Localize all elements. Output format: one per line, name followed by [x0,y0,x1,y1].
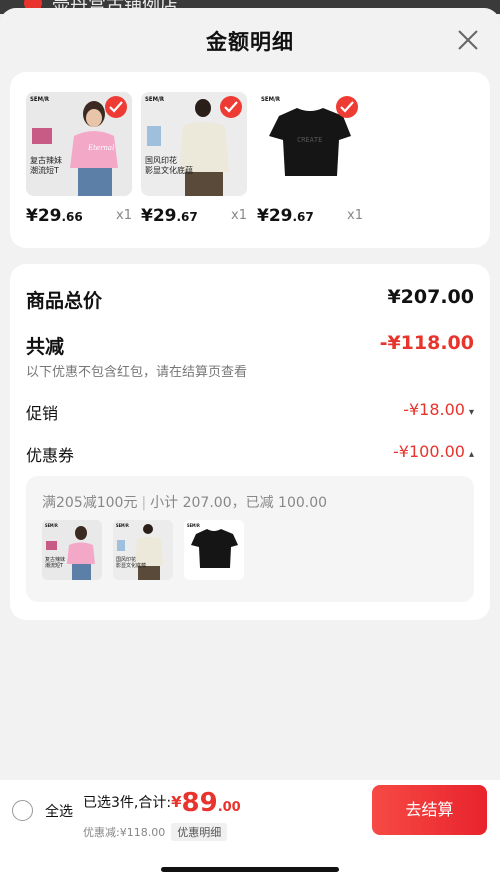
select-all-radio[interactable] [12,800,33,821]
reduction-value: -¥118.00 [379,332,474,354]
product-tagline: 复古辣妹 潮流短T [45,557,66,569]
total-price-value: ¥207.00 [387,286,474,308]
discount-summary: 优惠减:¥118.00 优惠明细 [83,823,228,841]
product-item[interactable]: CREATE SEM/R ¥29.67 x1 [257,92,363,232]
brand-logo: SEM/R [45,523,58,528]
promotion-value: -¥18.00 [403,400,465,419]
checked-icon[interactable] [105,96,127,118]
coupon-rule: 满205减100元 [42,495,138,511]
close-icon[interactable] [456,28,480,52]
promotion-label: 促销 [26,404,59,423]
reduction-label: 共减 [26,336,65,358]
order-total: 已选3件,合计:¥89.00 [83,788,241,818]
divider: | [141,495,147,511]
product-tagline: 国风印花 影显文化底蕴 [116,557,147,569]
product-price-row: ¥29.67 x1 [257,196,363,232]
chevron-down-icon[interactable]: ▾ [469,407,474,418]
coupon-value: -¥100.00 [393,442,465,461]
product-image[interactable]: CREATE SEM/R [257,92,363,196]
product-quantity: x1 [347,208,363,223]
coupon-product-thumb: SEM/R 复古辣妹 潮流短T [42,520,102,580]
coupon-subtotal: 小计 207.00，已减 100.00 [150,495,328,511]
product-item[interactable]: Eternal SEM/R 复古辣妹 潮流短T ¥29.66 x1 [26,92,132,232]
checked-icon[interactable] [336,96,358,118]
coupon-description: 满205减100元 | 小计 207.00，已减 100.00 [42,492,327,512]
product-price: ¥29.67 [141,206,198,226]
selected-count-label: 已选3件,合计: [83,795,172,811]
coupon-product-thumb: SEM/R [184,520,244,580]
chevron-up-icon[interactable]: ▴ [469,449,474,460]
checkout-bar: 全选 已选3件,合计:¥89.00 优惠减:¥118.00 优惠明细 去结算 [0,780,500,876]
brand-logo: SEM/R [145,96,165,103]
sheet-title: 金额明细 [206,30,294,54]
product-image[interactable]: Eternal SEM/R 复古辣妹 潮流短T [26,92,132,196]
checkout-button[interactable]: 去结算 [372,785,487,835]
promotion-value-wrap: -¥18.00 ▾ [403,400,474,419]
product-tagline: 国风印花 影显文化底蕴 [145,156,193,175]
product-list-card: Eternal SEM/R 复古辣妹 潮流短T ¥29.66 x1 SEM/R … [10,72,490,248]
home-indicator[interactable] [161,867,339,872]
price-summary-card: 商品总价 ¥207.00 共减 -¥118.00 以下优惠不包含红包，请在结算页… [10,264,490,620]
product-quantity: x1 [231,208,247,223]
coupon-detail-box: 满205减100元 | 小计 207.00，已减 100.00 SEM/R 复古辣妹… [26,476,474,602]
discount-text: 优惠减:¥118.00 [83,826,166,839]
checked-icon[interactable] [220,96,242,118]
total-amount-decimal: .00 [217,800,241,815]
brand-logo: SEM/R [116,523,129,528]
reduction-note: 以下优惠不包含红包，请在结算页查看 [26,365,248,380]
product-price: ¥29.67 [257,206,314,226]
product-price: ¥29.66 [26,206,83,226]
product-price-row: ¥29.67 x1 [141,196,247,232]
svg-text:Eternal: Eternal [87,144,114,152]
product-image[interactable]: SEM/R 国风印花 影显文化底蕴 [141,92,247,196]
product-tagline: 复古辣妹 潮流短T [30,156,62,175]
svg-text:CREATE: CREATE [297,136,322,144]
select-all-label[interactable]: 全选 [45,801,73,821]
coupon-label: 优惠券 [26,446,75,465]
total-amount: 89 [181,788,218,818]
coupon-product-thumb: SEM/R 国风印花 影显文化底蕴 [113,520,173,580]
sheet-header: 金额明细 [0,8,500,72]
product-item[interactable]: SEM/R 国风印花 影显文化底蕴 ¥29.67 x1 [141,92,247,232]
brand-logo: SEM/R [187,523,200,528]
coupon-value-wrap: -¥100.00 ▴ [393,442,474,461]
discount-detail-button[interactable]: 优惠明细 [171,823,228,841]
total-price-label: 商品总价 [26,290,103,312]
currency-symbol: ¥ [171,793,182,811]
product-price-row: ¥29.66 x1 [26,196,132,232]
brand-logo: SEM/R [30,96,50,103]
product-quantity: x1 [116,208,132,223]
amount-detail-sheet: 金额明细 Eternal SEM/R 复古辣妹 潮流短T ¥29.66 x1 S… [0,8,500,876]
brand-logo: SEM/R [261,96,281,103]
